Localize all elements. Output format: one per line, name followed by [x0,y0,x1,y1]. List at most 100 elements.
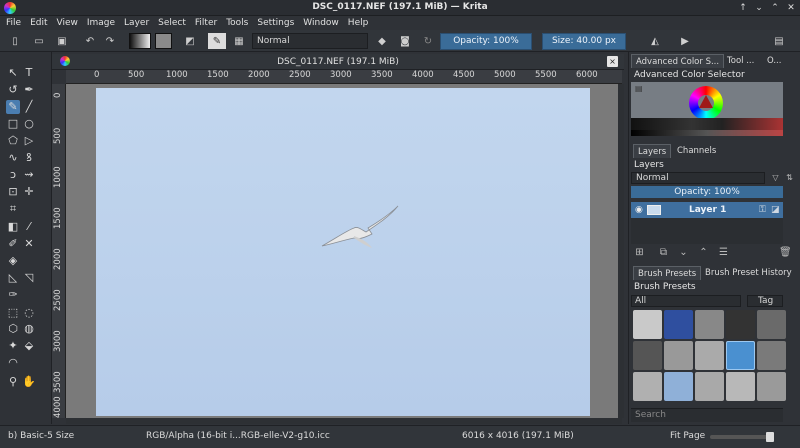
reload-preset-icon[interactable]: ↻ [421,33,435,49]
maximize-button[interactable]: ⌃ [769,2,781,14]
menu-edit[interactable]: Edit [30,16,47,30]
color-triangle[interactable] [699,95,713,108]
color-picker-icon[interactable]: ⁄ [22,220,36,234]
hue-ring[interactable] [689,86,723,120]
ellipse-select-icon[interactable]: ◌ [22,306,36,320]
select-shapes-icon[interactable]: ↖ [6,66,20,80]
polygon-tool-icon[interactable]: ⬠ [6,134,20,148]
brush-filter-select[interactable]: All [631,295,741,307]
new-document-icon[interactable]: ▯ [8,33,22,49]
tab-tool-options[interactable]: Tool ... [723,54,758,68]
size-slider[interactable]: Size: 40.00 px [542,33,626,50]
tab-overview[interactable]: O... [763,54,785,68]
image-canvas[interactable] [96,88,590,416]
rect-select-icon[interactable]: ⬚ [6,306,20,320]
brush-preset-basic-5-size[interactable] [726,341,755,370]
measure-tool-icon[interactable]: ◹ [22,271,36,285]
brush-preset-icon[interactable]: ✎ [208,33,226,49]
add-layer-icon[interactable]: ⊞ [635,248,644,257]
mirror-vertical-icon[interactable]: ▶ [678,33,692,49]
undo-icon[interactable]: ↶ [84,33,96,49]
layer-row[interactable]: ◉ Layer 1 ⚿ ◪ [631,202,783,218]
polyline-tool-icon[interactable]: ▷ [22,134,36,148]
close-window-button[interactable]: ✕ [785,2,797,14]
brush-preset-marker[interactable] [757,310,786,339]
brush-preset-pencil[interactable] [664,341,693,370]
pattern-selector[interactable] [155,33,172,49]
menu-view[interactable]: View [57,16,78,30]
layer-blend-select[interactable]: Normal [631,172,765,184]
assistant-tool-icon[interactable]: ◺ [6,271,20,285]
smart-patch-icon[interactable]: ✕ [22,237,36,251]
brush-preset-graphite[interactable] [695,372,724,401]
layer-settings-icon[interactable]: ⇅ [785,173,794,182]
filter-icon[interactable]: ▽ [771,173,780,182]
layer-properties-icon[interactable]: ☰ [719,248,728,257]
text-tool-icon[interactable]: T [22,66,36,80]
close-document-button[interactable]: × [607,56,618,67]
brush-preset-ink[interactable] [633,341,662,370]
reference-images-icon[interactable]: ✑ [6,288,20,302]
crop-tool-icon[interactable]: ⌗ [6,202,20,216]
ellipse-tool-icon[interactable]: ○ [22,117,36,131]
layer-lock-icon[interactable]: ⚿ [759,205,766,215]
preserve-alpha-icon[interactable]: ◙ [398,33,412,49]
move-tool-icon[interactable]: ✛ [22,185,36,199]
zoom-slider-handle[interactable] [766,432,774,442]
alpha-lock-icon[interactable]: ◪ [771,205,780,215]
eraser-mode-icon[interactable]: ◆ [375,33,389,49]
line-tool-icon[interactable]: ╱ [22,100,36,114]
brush-search-input[interactable]: Search [631,408,783,422]
colorize-mask-icon[interactable]: ✐ [6,237,20,251]
menu-layer[interactable]: Layer [124,16,149,30]
move-up-icon[interactable]: ⌃ [699,248,708,257]
menu-filter[interactable]: Filter [195,16,217,30]
keep-above-button[interactable]: ↑ [737,2,749,14]
menu-tools[interactable]: Tools [226,16,248,30]
mirror-horizontal-icon[interactable]: ◭ [648,33,662,49]
freehand-path-icon[interactable]: ꝸ [22,151,36,165]
visibility-eye-icon[interactable]: ◉ [635,205,643,215]
menu-image[interactable]: Image [87,16,115,30]
menu-settings[interactable]: Settings [257,16,294,30]
transform-tool-icon[interactable]: ⊡ [6,185,20,199]
fg-bg-color-icon[interactable]: ◩ [181,33,199,49]
brush-preset-pencil-2[interactable] [633,372,662,401]
shade-selector[interactable] [631,130,783,136]
color-history-bar[interactable] [631,118,783,130]
brush-preset-blue-pencil[interactable] [664,372,693,401]
outline-select-icon[interactable]: ◍ [22,322,36,336]
tab-brush-presets[interactable]: Brush Presets [633,266,701,280]
multibrush-icon[interactable]: ⇝ [22,168,36,182]
open-folder-icon[interactable]: ▭ [32,33,46,49]
move-down-icon[interactable]: ⌄ [679,248,688,257]
tab-brush-preset-history[interactable]: Brush Preset History [701,266,796,280]
layer-opacity-slider[interactable]: Opacity: 100% [631,186,783,198]
contiguous-select-icon[interactable]: ✦ [6,339,20,353]
rectangle-tool-icon[interactable]: □ [6,117,20,131]
workspace-icon[interactable]: ▤ [772,33,786,49]
zoom-tool-icon[interactable]: ⚲ [6,375,20,389]
selector-settings-icon[interactable]: ▤ [635,84,643,93]
gradient-tool-icon[interactable]: ◧ [6,220,20,234]
grid-icon[interactable]: ▦ [232,33,246,49]
brush-preset-red-brush[interactable] [757,341,786,370]
gradient-selector[interactable] [129,33,151,49]
brush-preset-dark-airbrush[interactable] [726,310,755,339]
brush-preset-chalk[interactable] [757,372,786,401]
polygon-select-icon[interactable]: ⬡ [6,322,20,336]
freehand-brush-icon[interactable]: ✎ [6,100,20,114]
menu-select[interactable]: Select [158,16,186,30]
blend-mode-select[interactable]: Normal [252,33,368,49]
opacity-slider[interactable]: Opacity: 100% [440,33,532,50]
tab-layers[interactable]: Layers [633,144,671,158]
fill-tool-icon[interactable]: ◈ [6,254,20,268]
edit-shapes-icon[interactable]: ↺ [6,83,20,97]
menu-file[interactable]: File [6,16,21,30]
tab-advanced-color-selector[interactable]: Advanced Color S... [631,54,724,68]
brush-preset-eraser[interactable] [633,310,662,339]
save-icon[interactable]: ▣ [55,33,69,49]
similar-select-icon[interactable]: ⬙ [22,339,36,353]
brush-tag-select[interactable]: Tag [747,295,783,307]
bezier-tool-icon[interactable]: ∿ [6,151,20,165]
